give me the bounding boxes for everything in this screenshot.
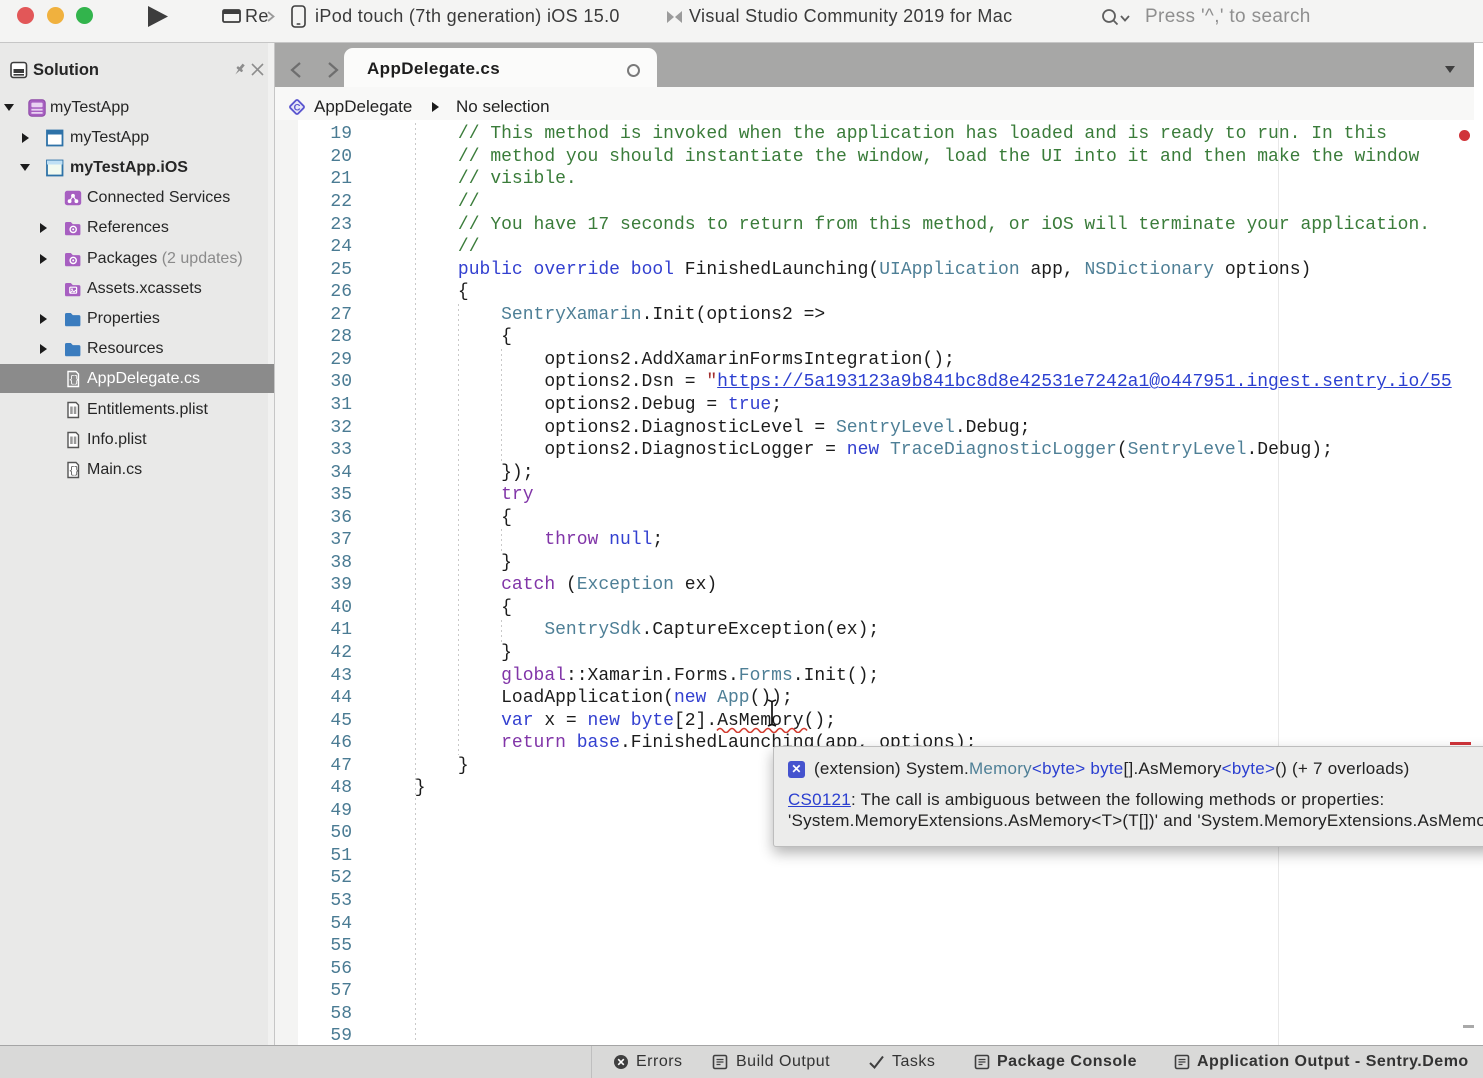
svg-text:}: } [74, 375, 80, 387]
svg-text:C: C [294, 102, 301, 113]
svg-text:}: } [74, 465, 80, 477]
